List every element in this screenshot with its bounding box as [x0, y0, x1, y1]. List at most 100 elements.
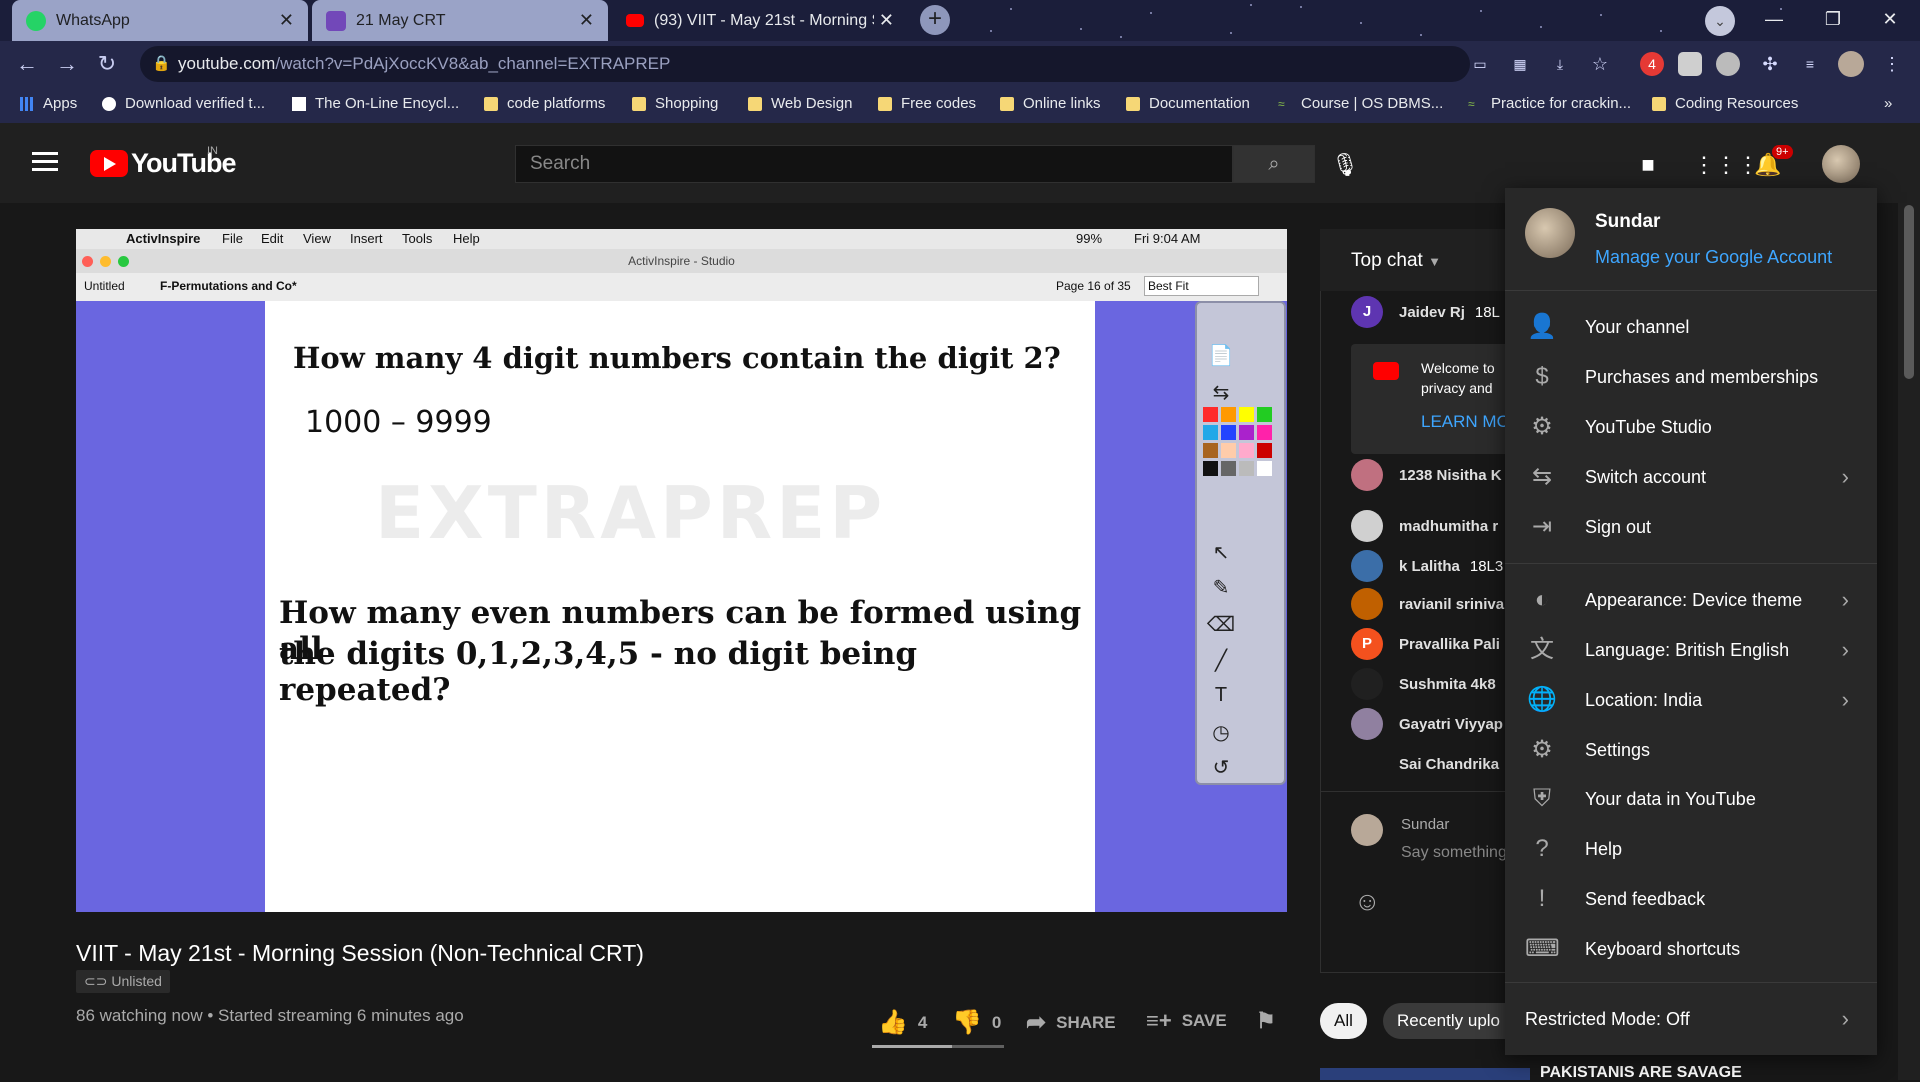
close-icon[interactable]: ✕ — [279, 10, 294, 31]
account-menu-item[interactable]: 文 Language: British English › — [1505, 625, 1877, 675]
chat-author-avatar[interactable]: J — [1351, 296, 1383, 328]
account-menu-item[interactable]: ? Help — [1505, 824, 1877, 874]
puzzle-icon[interactable]: ✣ — [1758, 52, 1782, 76]
tab-strip-star — [1660, 30, 1662, 32]
account-menu-item[interactable]: ! Send feedback — [1505, 874, 1877, 924]
microphone-icon[interactable]: 🎙 — [1330, 150, 1360, 180]
chat-author-avatar[interactable] — [1351, 459, 1383, 491]
bookmark-item[interactable]: Download verified t... — [102, 95, 265, 112]
cast-icon[interactable]: ▭ — [1468, 52, 1492, 76]
like-button[interactable]: 👍 4 — [878, 1008, 927, 1037]
chat-author-avatar[interactable] — [1351, 510, 1383, 542]
chat-author-avatar[interactable] — [1351, 708, 1383, 740]
chat-author-avatar[interactable] — [1351, 588, 1383, 620]
related-video-title[interactable]: PAKISTANIS ARE SAVAGE — [1540, 1064, 1742, 1082]
tab-strip-star — [1480, 10, 1482, 12]
dislike-button[interactable]: 👎 0 — [952, 1008, 1001, 1037]
chat-author-avatar[interactable] — [1351, 748, 1383, 780]
bookmark-apps[interactable]: Apps — [20, 95, 77, 112]
tab-21-may-crt[interactable]: 21 May CRT ✕ — [312, 0, 608, 41]
tab-search-icon[interactable]: ⌄ — [1705, 6, 1735, 36]
account-menu-item[interactable]: ⚙ Settings — [1505, 725, 1877, 775]
chat-author-name[interactable]: k Lalitha — [1399, 558, 1460, 575]
bookmark-folder[interactable]: Web Design — [748, 95, 852, 112]
create-video-icon[interactable]: ■ — [1633, 150, 1663, 180]
share-button[interactable]: ➦ SHARE — [1026, 1008, 1116, 1037]
adblock-extension-icon[interactable]: 4 — [1640, 52, 1664, 76]
tab-youtube-video[interactable]: (93) VIIT - May 21st - Morning Se ✕ — [612, 0, 908, 41]
account-menu-item[interactable]: $ Purchases and memberships — [1505, 352, 1877, 402]
chat-input[interactable]: Say something — [1401, 844, 1507, 862]
extension-icon[interactable] — [1716, 52, 1740, 76]
bookmark-star-icon[interactable]: ☆ — [1588, 52, 1612, 76]
reload-icon[interactable]: ↻ — [92, 50, 122, 80]
related-video-thumbnail[interactable] — [1320, 1068, 1530, 1080]
account-menu-item[interactable]: ⌨ Keyboard shortcuts — [1505, 924, 1877, 974]
hamburger-menu-icon[interactable] — [32, 152, 58, 172]
bookmark-folder[interactable]: Online links — [1000, 95, 1101, 112]
bookmark-folder[interactable]: code platforms — [484, 95, 605, 112]
minimize-button[interactable]: — — [1746, 0, 1802, 41]
menu-icon[interactable]: ⋮ — [1880, 52, 1904, 76]
chat-author-name[interactable]: ravianil srinivа — [1399, 596, 1504, 613]
tab-whatsapp[interactable]: WhatsApp ✕ — [12, 0, 308, 41]
back-icon[interactable]: ← — [12, 50, 42, 80]
search-button[interactable]: ⌕ — [1233, 145, 1315, 183]
scrollbar-thumb[interactable] — [1904, 205, 1914, 379]
profile-avatar[interactable] — [1838, 51, 1864, 77]
account-menu-item[interactable]: ⚙ YouTube Studio — [1505, 402, 1877, 452]
account-menu-avatar — [1525, 208, 1575, 258]
media-icon[interactable]: ≡ — [1798, 52, 1822, 76]
color-swatch — [1239, 407, 1254, 422]
account-avatar[interactable] — [1822, 145, 1860, 183]
chat-author-name[interactable]: Jaidev Rj — [1399, 304, 1465, 321]
chat-author-avatar[interactable]: P — [1351, 628, 1383, 660]
emoji-icon[interactable]: ☺ — [1354, 886, 1381, 917]
chat-author-name[interactable]: Sushmita 4k8 — [1399, 676, 1496, 693]
report-flag-icon[interactable]: ⚑ — [1256, 1008, 1276, 1034]
youtube-logo-icon[interactable] — [90, 150, 128, 177]
chip-all[interactable]: All — [1320, 1003, 1367, 1039]
youtube-wordmark[interactable]: YouTube — [131, 148, 236, 179]
account-menu-item[interactable]: 🌐 Location: India › — [1505, 675, 1877, 725]
bookmarks-overflow[interactable]: » — [1884, 95, 1892, 112]
account-menu-item[interactable]: ⇥ Sign out — [1505, 502, 1877, 552]
restricted-mode-item[interactable]: Restricted Mode: Off › — [1505, 994, 1877, 1044]
chat-author-name[interactable]: Sai Chandrika — [1399, 756, 1499, 773]
chat-author-name[interactable]: Pravallika Pali — [1399, 636, 1500, 653]
account-menu-item[interactable]: ⇆ Switch account › — [1505, 452, 1877, 502]
bookmark-folder[interactable]: Coding Resources — [1652, 95, 1798, 112]
extension-icon[interactable] — [1678, 52, 1702, 76]
save-button[interactable]: ≡+ SAVE — [1146, 1008, 1227, 1034]
chat-author-avatar[interactable] — [1351, 550, 1383, 582]
close-icon[interactable]: ✕ — [879, 10, 894, 31]
account-menu-item[interactable]: ⛨ Your data in YouTube — [1505, 774, 1877, 824]
chat-author-name[interactable]: Gayatri Viyyap — [1399, 716, 1503, 733]
search-input[interactable] — [515, 145, 1233, 183]
account-menu-item[interactable]: ◐ Appearance: Device theme › — [1505, 575, 1877, 625]
apps-grid-icon[interactable]: ⋮⋮⋮ — [1693, 150, 1759, 180]
chat-author-avatar[interactable] — [1351, 668, 1383, 700]
window-close-button[interactable]: ✕ — [1862, 0, 1918, 41]
bookmark-folder[interactable]: Free codes — [878, 95, 976, 112]
install-icon[interactable]: ⤓ — [1548, 52, 1572, 76]
bookmark-item[interactable]: The On-Line Encycl... — [292, 95, 459, 112]
url-text[interactable]: youtube.com/watch?v=PdAjXoccKV8&ab_chann… — [178, 54, 670, 74]
account-menu-item[interactable]: 👤 Your channel — [1505, 302, 1877, 352]
learn-more-link[interactable]: LEARN MO — [1421, 412, 1510, 432]
chat-author-name[interactable]: 1238 Nisitha K — [1399, 467, 1502, 484]
chat-author-name[interactable]: madhumitha r — [1399, 518, 1498, 535]
lock-icon[interactable]: 🔒 — [152, 54, 171, 72]
close-icon[interactable]: ✕ — [579, 10, 594, 31]
bookmark-item[interactable]: ≈ Course | OS DBMS... — [1278, 95, 1443, 112]
globe-icon — [102, 96, 116, 111]
qr-icon[interactable]: ▦ — [1508, 52, 1532, 76]
bookmark-folder[interactable]: Shopping — [632, 95, 718, 112]
bookmark-item[interactable]: ≈ Practice for crackin... — [1468, 95, 1631, 112]
forward-icon[interactable]: → — [52, 50, 82, 80]
bookmark-folder[interactable]: Documentation — [1126, 95, 1250, 112]
new-tab-button[interactable]: + — [920, 5, 950, 35]
restore-button[interactable]: ❐ — [1805, 0, 1861, 41]
top-chat-dropdown[interactable]: Top chat ▼ — [1351, 250, 1441, 272]
manage-account-link[interactable]: Manage your Google Account — [1595, 247, 1832, 268]
